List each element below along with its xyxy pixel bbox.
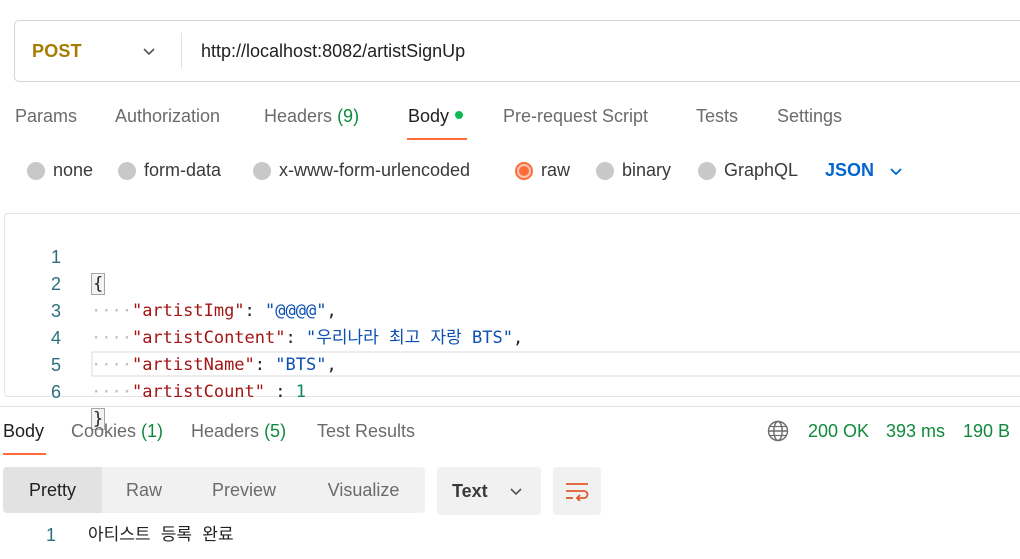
globe-icon[interactable] [767, 420, 789, 442]
radio-binary[interactable]: binary [596, 160, 671, 181]
language-label: JSON [825, 160, 875, 180]
code-line: 1 { [5, 217, 1020, 295]
radio-urlencoded-label: x-www-form-urlencoded [279, 160, 471, 180]
method-label: POST [32, 40, 82, 61]
chevron-down-icon [890, 167, 902, 175]
view-raw-button[interactable]: Raw [102, 467, 186, 513]
radio-graphql-label: GraphQL [724, 160, 799, 180]
status-code[interactable]: 200 OK [808, 421, 869, 442]
view-visualize-button[interactable]: Visualize [302, 467, 425, 513]
radio-binary-label: binary [622, 160, 672, 180]
tab-body-label: Body [408, 106, 450, 126]
response-body[interactable]: 1 아티스트 등록 완료 [0, 522, 600, 548]
resp-tab-headers-label: Headers [191, 421, 260, 441]
tab-params-label: Params [15, 106, 78, 126]
line-number: 6 [50, 382, 61, 402]
radio-form-data-label: form-data [144, 160, 222, 180]
radio-raw-label: raw [541, 160, 571, 180]
tab-settings[interactable]: Settings [777, 106, 842, 127]
code-line: 4 ····"artistName": "BTS", [5, 298, 1020, 375]
request-body-editor[interactable]: 1 { 2 ····"artistImg": "@@@@", 3 ····"ar… [4, 213, 1020, 430]
response-tabs: Body Cookies (1) Headers (5) Test Result… [0, 418, 1020, 458]
resp-tab-body-label: Body [3, 421, 45, 441]
code-line: 3 ····"artistContent": "우리나라 최고 자랑 BTS", [5, 271, 1020, 348]
radio-circle [698, 161, 716, 180]
format-label: Text [452, 480, 488, 501]
json-key: "artistCount" [131, 382, 266, 402]
tab-authorization-label: Authorization [115, 106, 221, 126]
panel-divider[interactable] [0, 406, 1020, 407]
body-type-selector: none form-data x-www-form-urlencoded raw… [0, 156, 1020, 186]
radio-none-label: none [53, 160, 94, 180]
tab-tests[interactable]: Tests [696, 106, 738, 127]
radio-form-data[interactable]: form-data [118, 160, 221, 181]
wrap-lines-icon [566, 483, 589, 501]
radio-circle [118, 161, 136, 180]
radio-raw[interactable]: raw [515, 160, 570, 181]
method-divider [181, 33, 182, 69]
resp-tab-body[interactable]: Body [3, 421, 44, 442]
radio-graphql[interactable]: GraphQL [698, 160, 798, 181]
response-tab-underline [3, 453, 46, 455]
tab-body[interactable]: Body [408, 106, 464, 127]
tab-tests-label: Tests [696, 106, 739, 126]
radio-none[interactable]: none [27, 160, 93, 181]
tab-pre-request-script[interactable]: Pre-request Script [503, 106, 648, 127]
resp-tab-cookies-label: Cookies [71, 421, 137, 441]
tab-authorization[interactable]: Authorization [115, 106, 220, 127]
tab-headers-label: Headers [264, 106, 333, 126]
request-tabs: Params Authorization Headers (9) Body Pr… [0, 100, 1020, 140]
method-dropdown[interactable]: POST [15, 21, 181, 81]
response-size[interactable]: 190 B [963, 421, 1010, 442]
tab-settings-label: Settings [777, 106, 843, 126]
resp-tab-test-results[interactable]: Test Results [317, 421, 415, 442]
tab-params[interactable]: Params [15, 106, 77, 127]
chevron-down-icon [143, 48, 155, 56]
response-time[interactable]: 393 ms [886, 421, 945, 442]
url-input[interactable] [201, 35, 1001, 67]
radio-circle [253, 161, 271, 180]
tab-headers[interactable]: Headers (9) [264, 106, 359, 127]
view-pretty-button[interactable]: Pretty [3, 467, 102, 513]
body-modified-dot [455, 111, 464, 120]
language-dropdown[interactable]: JSON [825, 160, 904, 181]
headers-count: (9) [337, 106, 360, 126]
resp-headers-count: (5) [264, 421, 287, 441]
cookies-count: (1) [141, 421, 164, 441]
radio-circle [27, 161, 45, 180]
json-separator: : [265, 382, 296, 402]
chevron-down-icon [510, 488, 522, 496]
resp-tab-cookies[interactable]: Cookies (1) [71, 421, 163, 442]
code-line: 2 ····"artistImg": "@@@@", [5, 244, 1020, 321]
tab-pre-request-label: Pre-request Script [503, 106, 649, 126]
view-mode-group: Pretty Raw Preview Visualize [3, 467, 425, 513]
request-url-bar: POST [14, 20, 1020, 82]
response-text: 아티스트 등록 완료 [88, 525, 234, 545]
radio-circle [596, 161, 614, 180]
radio-urlencoded[interactable]: x-www-form-urlencoded [253, 160, 470, 181]
code-line: 6 } [5, 352, 1020, 430]
resp-tab-headers[interactable]: Headers (5) [191, 421, 286, 442]
json-value: 1 [295, 382, 306, 402]
response-format-dropdown[interactable]: Text [437, 467, 541, 515]
wrap-lines-button[interactable] [553, 467, 601, 515]
line-number: 1 [45, 525, 56, 545]
active-tab-underline [407, 138, 467, 140]
radio-circle-selected [515, 161, 533, 180]
resp-tab-test-results-label: Test Results [317, 421, 416, 441]
view-preview-button[interactable]: Preview [186, 467, 302, 513]
code-line: 5 ····"artistCount" : 1 [5, 325, 1020, 402]
